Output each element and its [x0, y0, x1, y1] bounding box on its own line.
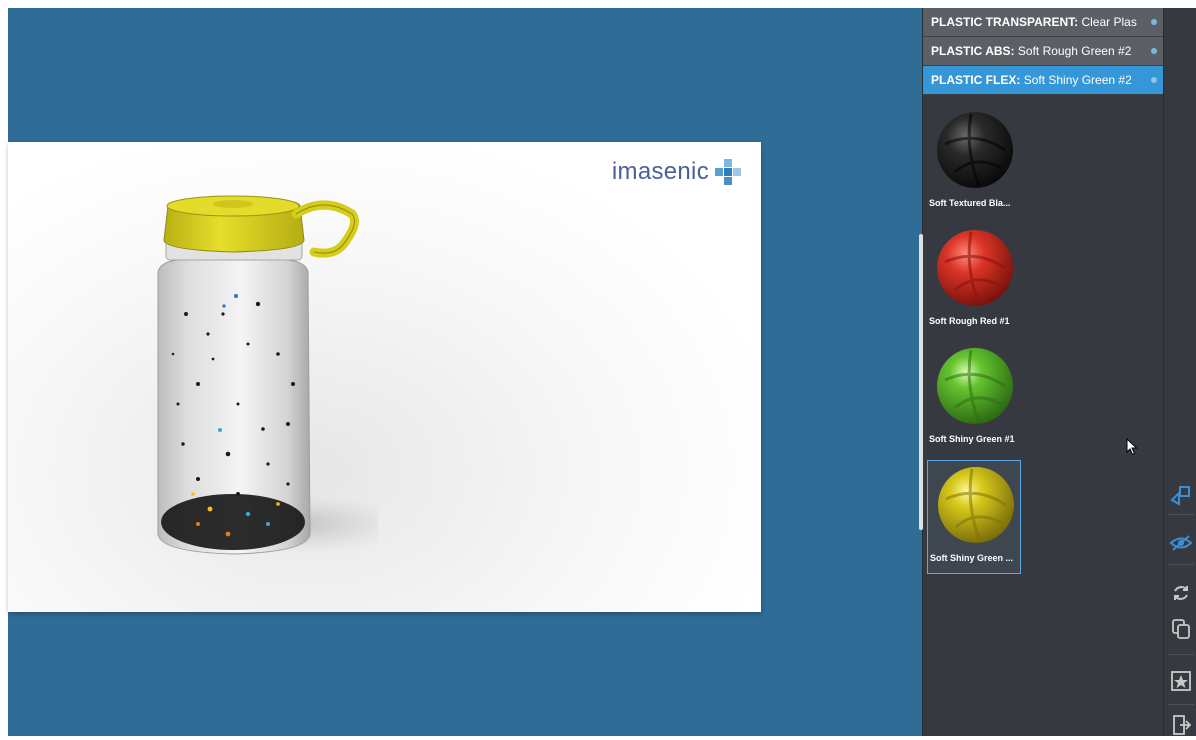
- material-value-label: Clear Plas: [1081, 15, 1137, 29]
- material-ball-icon: [937, 112, 1013, 188]
- swatch-label: Soft Rough Red #1: [929, 316, 1010, 326]
- material-ball-icon: [937, 230, 1013, 306]
- bottle-render: [157, 195, 378, 555]
- brand-logo: imasenic: [612, 158, 741, 186]
- right-toolbar: [1163, 8, 1196, 736]
- material-ball-icon: [937, 348, 1013, 424]
- materials-panel: PLASTIC TRANSPARENT: Clear Plas PLASTIC …: [919, 8, 1163, 736]
- expand-dot-icon: [1151, 77, 1157, 83]
- swatch-soft-textured-black[interactable]: Soft Textured Bla...: [927, 106, 1019, 218]
- render-preview: imasenic: [8, 142, 761, 612]
- panel-scrollbar[interactable]: [919, 234, 923, 530]
- visibility-icon[interactable]: [1168, 530, 1194, 556]
- swatch-soft-rough-red[interactable]: Soft Rough Red #1: [927, 224, 1019, 336]
- material-type-label: PLASTIC ABS:: [931, 44, 1015, 58]
- copy-icon[interactable]: [1168, 616, 1194, 642]
- mouse-pointer-icon: [1126, 438, 1138, 456]
- swatch-label: Soft Textured Bla...: [929, 198, 1011, 208]
- material-ball-icon: [938, 467, 1014, 543]
- render-viewport[interactable]: imasenic: [8, 8, 922, 736]
- material-row-plastic-abs[interactable]: PLASTIC ABS: Soft Rough Green #2: [923, 37, 1163, 66]
- brand-mark-icon: [715, 159, 741, 185]
- swatch-label: Soft Shiny Green #1: [929, 434, 1015, 444]
- expand-dot-icon: [1151, 48, 1157, 54]
- swatch-soft-shiny-green-1[interactable]: Soft Shiny Green #1: [927, 342, 1019, 454]
- material-type-label: PLASTIC TRANSPARENT:: [931, 15, 1079, 29]
- swatch-label: Soft Shiny Green ...: [930, 553, 1014, 563]
- exit-icon[interactable]: [1168, 712, 1194, 738]
- material-row-plastic-transparent[interactable]: PLASTIC TRANSPARENT: Clear Plas: [923, 8, 1163, 37]
- cube-shapes-icon[interactable]: [1168, 482, 1194, 508]
- swatch-soft-shiny-green-2-selected[interactable]: Soft Shiny Green ...: [927, 460, 1021, 574]
- expand-dot-icon: [1151, 19, 1157, 25]
- material-row-plastic-flex[interactable]: PLASTIC FLEX: Soft Shiny Green #2: [923, 66, 1163, 95]
- material-type-label: PLASTIC FLEX:: [931, 73, 1021, 87]
- refresh-icon[interactable]: [1168, 580, 1194, 606]
- favorite-image-icon[interactable]: [1168, 668, 1194, 694]
- material-value-label: Soft Rough Green #2: [1017, 44, 1132, 58]
- material-value-label: Soft Shiny Green #2: [1023, 73, 1132, 87]
- brand-name: imasenic: [611, 158, 709, 185]
